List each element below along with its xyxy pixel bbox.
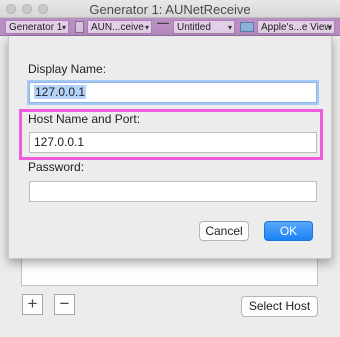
- ok-button[interactable]: OK: [264, 221, 313, 241]
- connection-sheet: Display Name: 127.0.0.1 Host Name and Po…: [8, 36, 332, 259]
- chevron-down-icon: ▾: [327, 23, 332, 32]
- view-icon: [240, 22, 254, 32]
- display-name-value: 127.0.0.1: [34, 85, 87, 99]
- preset-select-label: Untitled: [177, 22, 211, 33]
- preset-select[interactable]: Untitled ▾: [173, 20, 235, 34]
- view-select-label: Apple's...e View: [261, 22, 332, 33]
- plugin-icon: [75, 21, 84, 33]
- title-bar: Generator 1: AUNetReceive: [0, 0, 340, 18]
- remove-host-button[interactable]: −: [54, 294, 75, 315]
- generator-select-label: Generator 1: [9, 22, 63, 33]
- host-port-value: 127.0.0.1: [34, 135, 85, 149]
- chevron-down-icon: ▾: [61, 23, 66, 32]
- password-field[interactable]: [29, 181, 317, 202]
- select-host-button[interactable]: Select Host: [241, 296, 318, 317]
- view-select[interactable]: Apple's...e View ▾: [257, 20, 335, 34]
- toolbar: Generator 1 ▾ AUN...ceive ▾ ▬▬▬ Untitled…: [0, 18, 340, 36]
- plugin-select[interactable]: AUN...ceive ▾: [87, 20, 152, 34]
- add-host-button[interactable]: +: [22, 294, 43, 315]
- chevron-down-icon: ▾: [144, 23, 149, 32]
- chevron-down-icon: ▾: [227, 23, 232, 32]
- generator-select[interactable]: Generator 1 ▾: [5, 20, 69, 34]
- plugin-select-label: AUN...ceive: [91, 22, 144, 33]
- host-port-field[interactable]: 127.0.0.1: [29, 132, 317, 153]
- password-label: Password:: [28, 160, 85, 174]
- window-title: Generator 1: AUNetReceive: [89, 2, 251, 17]
- cancel-button[interactable]: Cancel: [199, 221, 249, 241]
- display-name-field[interactable]: 127.0.0.1: [29, 82, 317, 103]
- host-label: Host Name and Port:: [28, 112, 141, 126]
- display-name-label: Display Name:: [28, 62, 107, 76]
- preset-icon: ▬▬▬: [157, 20, 169, 25]
